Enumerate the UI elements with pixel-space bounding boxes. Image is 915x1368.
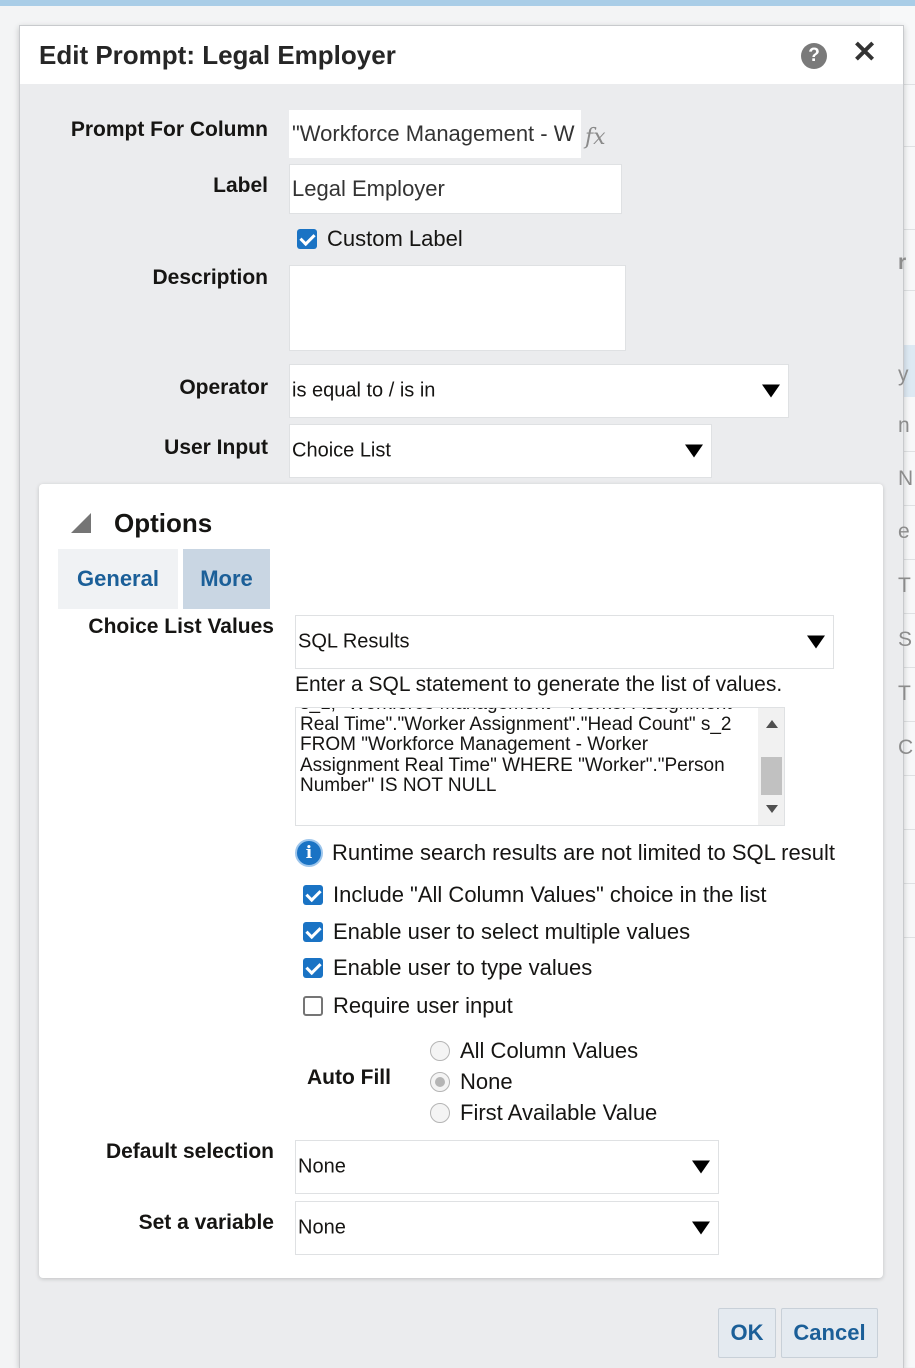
- include-all-values-checkbox-row[interactable]: Include "All Column Values" choice in th…: [303, 882, 766, 908]
- select-multiple-text: Enable user to select multiple values: [333, 919, 691, 944]
- operator-label: Operator: [179, 376, 268, 399]
- background-text-fragment: T: [898, 574, 911, 597]
- ok-button[interactable]: OK: [718, 1308, 776, 1358]
- background-text-fragment: r: [898, 251, 907, 274]
- scrollbar-thumb[interactable]: [761, 757, 782, 795]
- custom-label-checkbox[interactable]: [297, 229, 317, 249]
- choice-list-values-select[interactable]: SQL Results: [295, 615, 834, 669]
- options-panel: Options General More Choice List Values …: [39, 484, 883, 1278]
- runtime-info-row: i Runtime search results are not limited…: [295, 839, 835, 867]
- question-mark-icon[interactable]: ?: [801, 43, 827, 69]
- label-input[interactable]: Legal Employer: [289, 164, 622, 214]
- tab-more[interactable]: More: [183, 549, 270, 609]
- description-textarea[interactable]: [289, 265, 626, 351]
- dialog-header: Edit Prompt: Legal Employer ? ✕: [20, 26, 903, 84]
- type-values-checkbox-row[interactable]: Enable user to type values: [303, 955, 592, 981]
- operator-value: is equal to / is in: [292, 379, 436, 402]
- default-selection-select[interactable]: None: [295, 1140, 719, 1194]
- choice-list-values-value: SQL Results: [298, 630, 410, 653]
- dropdown-arrow-icon[interactable]: [807, 635, 825, 649]
- sql-textarea[interactable]: s_1, "Workforce Management - Worker Assi…: [295, 707, 785, 826]
- background-text-fragment: y: [898, 363, 909, 386]
- dropdown-arrow-icon[interactable]: [685, 444, 703, 458]
- auto-fill-first-text: First Available Value: [460, 1100, 658, 1125]
- operator-select[interactable]: is equal to / is in: [289, 364, 789, 418]
- tab-general[interactable]: General: [58, 549, 178, 609]
- set-variable-value: None: [298, 1216, 346, 1239]
- options-title: Options: [114, 508, 213, 538]
- sql-text[interactable]: s_1, "Workforce Management - Worker Assi…: [300, 708, 748, 797]
- dialog-title: Edit Prompt: Legal Employer: [39, 40, 396, 70]
- prompt-for-column-label: Prompt For Column: [70, 118, 268, 141]
- auto-fill-option-first[interactable]: First Available Value: [430, 1100, 657, 1126]
- auto-fill-option-all[interactable]: All Column Values: [430, 1038, 638, 1064]
- type-values-text: Enable user to type values: [333, 955, 593, 980]
- scroll-down-arrow-icon[interactable]: [766, 805, 778, 813]
- runtime-info-text: Runtime search results are not limited t…: [332, 840, 835, 865]
- auto-fill-none-text: None: [460, 1069, 513, 1094]
- background-text-fragment: T: [898, 682, 911, 705]
- require-input-checkbox[interactable]: [303, 996, 323, 1016]
- auto-fill-label: Auto Fill: [307, 1066, 391, 1089]
- sql-hint-text: Enter a SQL statement to generate the li…: [295, 673, 783, 696]
- radio-all-column-values[interactable]: [430, 1041, 450, 1061]
- background-text-fragment: N: [898, 467, 914, 490]
- close-icon[interactable]: ✕: [852, 38, 877, 68]
- set-variable-select[interactable]: None: [295, 1201, 719, 1255]
- select-multiple-checkbox[interactable]: [303, 922, 323, 942]
- background-text-fragment: S: [898, 628, 913, 651]
- fx-icon[interactable]: fx: [585, 125, 606, 150]
- include-all-values-checkbox[interactable]: [303, 885, 323, 905]
- prompt-for-column-field[interactable]: "Workforce Management - W: [289, 110, 581, 158]
- select-multiple-checkbox-row[interactable]: Enable user to select multiple values: [303, 919, 690, 945]
- user-input-label: User Input: [164, 436, 268, 459]
- scroll-up-arrow-icon[interactable]: [766, 720, 778, 728]
- require-input-checkbox-row[interactable]: Require user input: [303, 993, 513, 1019]
- info-icon: i: [295, 839, 323, 867]
- radio-first-available[interactable]: [430, 1103, 450, 1123]
- dropdown-arrow-icon[interactable]: [692, 1221, 710, 1235]
- choice-list-values-label: Choice List Values: [88, 615, 274, 638]
- dropdown-arrow-icon[interactable]: [762, 384, 780, 398]
- label-label: Label: [213, 174, 268, 197]
- require-input-text: Require user input: [333, 993, 513, 1018]
- edit-prompt-dialog: Edit Prompt: Legal Employer ? ✕ Prompt F…: [19, 25, 904, 1368]
- background-text-fragment: C: [898, 736, 914, 759]
- custom-label-text: Custom Label: [327, 226, 463, 251]
- page-top-bar: [0, 0, 915, 6]
- cancel-button[interactable]: Cancel: [781, 1308, 878, 1358]
- set-variable-label: Set a variable: [138, 1211, 274, 1234]
- sql-scrollbar[interactable]: [758, 708, 784, 825]
- default-selection-label: Default selection: [105, 1140, 274, 1163]
- background-text-fragment: n: [898, 414, 910, 437]
- description-label: Description: [152, 266, 268, 289]
- user-input-select[interactable]: Choice List: [289, 424, 712, 478]
- type-values-checkbox[interactable]: [303, 958, 323, 978]
- custom-label-checkbox-row[interactable]: Custom Label: [297, 226, 463, 252]
- default-selection-value: None: [298, 1155, 346, 1178]
- background-text-fragment: e: [898, 520, 910, 543]
- auto-fill-option-none[interactable]: None: [430, 1069, 513, 1095]
- radio-none[interactable]: [430, 1072, 450, 1092]
- user-input-value: Choice List: [292, 439, 391, 462]
- auto-fill-all-text: All Column Values: [460, 1038, 639, 1063]
- collapse-triangle-icon[interactable]: [71, 513, 91, 533]
- include-all-values-text: Include "All Column Values" choice in th…: [333, 882, 767, 907]
- dropdown-arrow-icon[interactable]: [692, 1160, 710, 1174]
